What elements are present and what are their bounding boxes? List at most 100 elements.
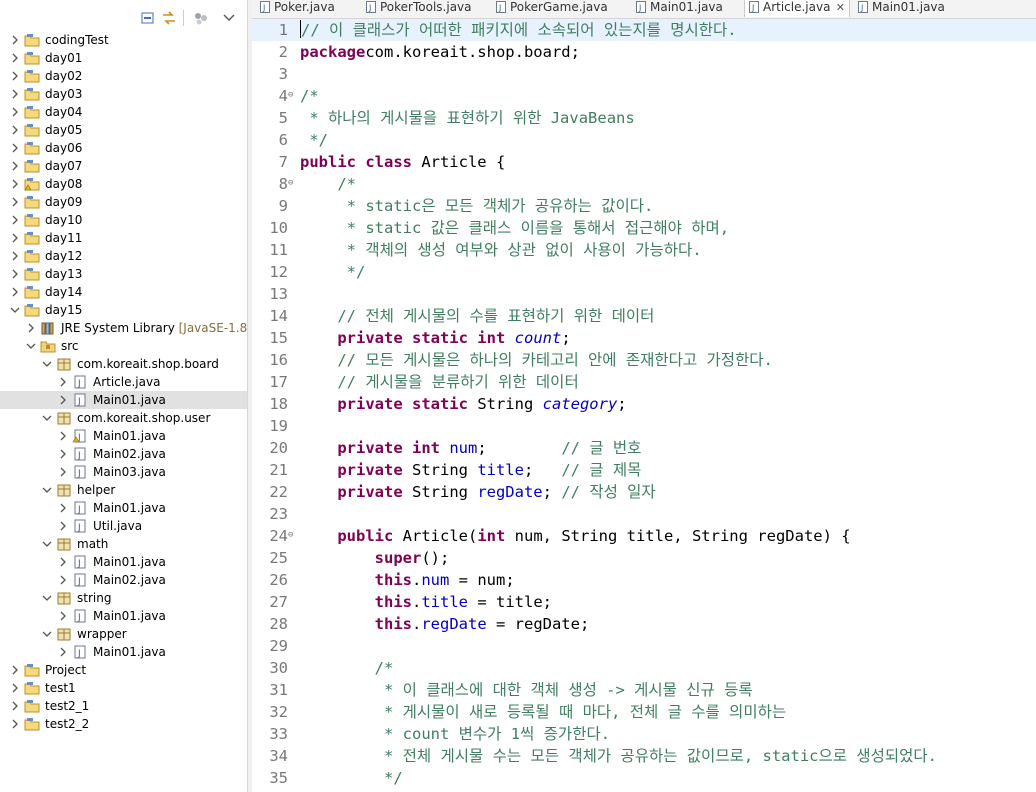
chevron-right-icon[interactable] xyxy=(58,574,68,586)
code-line[interactable]: 9 * static은 모든 객체가 공유하는 값이다. xyxy=(252,195,1036,217)
close-tab-icon[interactable]: ✕ xyxy=(836,0,845,15)
tree-item[interactable]: test1 xyxy=(0,679,247,697)
code-line[interactable]: 12 */ xyxy=(252,261,1036,283)
code-line[interactable]: 29 xyxy=(252,635,1036,657)
code-line[interactable]: 3 xyxy=(252,63,1036,85)
chevron-right-icon[interactable] xyxy=(58,430,68,442)
code-line[interactable]: 33 * count 변수가 1씩 증가한다. xyxy=(252,723,1036,745)
code-area[interactable]: 1 // 이 클래스가 어떠한 패키지에 소속되어 있는지를 명시한다. 2 pack… xyxy=(252,19,1036,792)
code-line[interactable]: 35 */ xyxy=(252,767,1036,789)
chevron-down-icon[interactable] xyxy=(42,358,52,370)
tree-item[interactable]: test2_1 xyxy=(0,697,247,715)
editor-tab[interactable]: J Poker.java xyxy=(256,0,356,17)
chevron-right-icon[interactable] xyxy=(58,394,68,406)
tree-item[interactable]: J Main02.java xyxy=(0,445,247,463)
chevron-right-icon[interactable] xyxy=(10,700,20,712)
code-line[interactable]: 5 * 하나의 게시물을 표현하기 위한 JavaBeans xyxy=(252,107,1036,129)
tree-item[interactable]: J Main01.java xyxy=(0,427,247,445)
code-line[interactable]: 10 * static 값은 클래스 이름을 통해서 접근해야 하며, xyxy=(252,217,1036,239)
code-line[interactable]: 6 */ xyxy=(252,129,1036,151)
tree-item[interactable]: com.koreait.shop.board xyxy=(0,355,247,373)
chevron-right-icon[interactable] xyxy=(58,646,68,658)
fold-toggle-icon[interactable]: ⊖ xyxy=(288,531,297,540)
chevron-right-icon[interactable] xyxy=(58,466,68,478)
chevron-down-icon[interactable] xyxy=(42,484,52,496)
tree-item[interactable]: day03 xyxy=(0,85,247,103)
chevron-right-icon[interactable] xyxy=(10,682,20,694)
chevron-right-icon[interactable] xyxy=(10,286,20,298)
chevron-right-icon[interactable] xyxy=(58,502,68,514)
tree-item[interactable]: J Main03.java xyxy=(0,463,247,481)
editor-tab[interactable]: J PokerGame.java xyxy=(492,0,626,17)
code-line[interactable]: 13 xyxy=(252,283,1036,305)
code-line[interactable]: 14 // 전체 게시물의 수를 표현하기 위한 데이터 xyxy=(252,305,1036,327)
fold-toggle-icon[interactable]: ⊖ xyxy=(288,91,297,100)
tree-item[interactable]: helper xyxy=(0,481,247,499)
code-line[interactable]: 23 xyxy=(252,503,1036,525)
code-line[interactable]: 18 private static String category; xyxy=(252,393,1036,415)
code-line[interactable]: 30 /* xyxy=(252,657,1036,679)
tree-item[interactable]: J Main01.java xyxy=(0,643,247,661)
tree-item[interactable]: J Main01.java xyxy=(0,607,247,625)
code-line[interactable]: 25 super(); xyxy=(252,547,1036,569)
chevron-right-icon[interactable] xyxy=(10,178,20,190)
tree-item[interactable]: day05 xyxy=(0,121,247,139)
tree-item[interactable]: day08 xyxy=(0,175,247,193)
chevron-right-icon[interactable] xyxy=(10,142,20,154)
collapse-all-icon[interactable] xyxy=(140,10,156,26)
tree-item[interactable]: day04 xyxy=(0,103,247,121)
java-editor[interactable]: J Poker.java J PokerTools.java J PokerGame.ja… xyxy=(252,0,1036,792)
tree-item[interactable]: J Main01.java xyxy=(0,499,247,517)
chevron-right-icon[interactable] xyxy=(58,610,68,622)
tree-item[interactable]: string xyxy=(0,589,247,607)
chevron-right-icon[interactable] xyxy=(10,268,20,280)
code-line[interactable]: 8 ⊖ /* xyxy=(252,173,1036,195)
fold-toggle-icon[interactable]: ⊖ xyxy=(288,179,297,188)
tree-item[interactable]: day12 xyxy=(0,247,247,265)
tree-item[interactable]: Project xyxy=(0,661,247,679)
chevron-right-icon[interactable] xyxy=(26,322,36,334)
tree-item[interactable]: com.koreait.shop.user xyxy=(0,409,247,427)
code-line[interactable]: 19 xyxy=(252,415,1036,437)
tree-item[interactable]: J Main02.java xyxy=(0,571,247,589)
chevron-down-icon[interactable] xyxy=(42,592,52,604)
code-line[interactable]: 24 ⊖ public Article(int num, String title… xyxy=(252,525,1036,547)
chevron-right-icon[interactable] xyxy=(58,376,68,388)
tree-item[interactable]: src xyxy=(0,337,247,355)
link-with-editor-icon[interactable] xyxy=(161,10,177,26)
chevron-right-icon[interactable] xyxy=(10,718,20,730)
tree-item[interactable]: day10 xyxy=(0,211,247,229)
chevron-down-icon[interactable] xyxy=(42,538,52,550)
code-line[interactable]: 1 // 이 클래스가 어떠한 패키지에 소속되어 있는지를 명시한다. xyxy=(252,19,1036,41)
tree-item[interactable]: day07 xyxy=(0,157,247,175)
code-line[interactable]: 28 this.regDate = regDate; xyxy=(252,613,1036,635)
chevron-right-icon[interactable] xyxy=(58,520,68,532)
chevron-right-icon[interactable] xyxy=(10,52,20,64)
tree-item[interactable]: day13 xyxy=(0,265,247,283)
code-line[interactable]: 20 private int num; // 글 번호 xyxy=(252,437,1036,459)
chevron-right-icon[interactable] xyxy=(10,124,20,136)
code-line[interactable]: 27 this.title = title; xyxy=(252,591,1036,613)
chevron-down-icon[interactable] xyxy=(10,304,20,316)
chevron-right-icon[interactable] xyxy=(10,34,20,46)
tree-item[interactable]: J Article.java xyxy=(0,373,247,391)
tree-item[interactable]: math xyxy=(0,535,247,553)
chevron-right-icon[interactable] xyxy=(58,448,68,460)
chevron-right-icon[interactable] xyxy=(10,214,20,226)
editor-tab[interactable]: J PokerTools.java xyxy=(362,0,486,17)
tree-item[interactable]: day15 xyxy=(0,301,247,319)
chevron-right-icon[interactable] xyxy=(10,232,20,244)
chevron-right-icon[interactable] xyxy=(10,664,20,676)
tree-item[interactable]: day01 xyxy=(0,49,247,67)
tree-item[interactable]: codingTest xyxy=(0,31,247,49)
tree-item[interactable]: wrapper xyxy=(0,625,247,643)
chevron-right-icon[interactable] xyxy=(10,196,20,208)
code-line[interactable]: 26 this.num = num; xyxy=(252,569,1036,591)
code-line[interactable]: 34 * 전체 게시물 수는 모든 객체가 공유하는 값이므로, static으… xyxy=(252,745,1036,767)
chevron-right-icon[interactable] xyxy=(10,88,20,100)
tree-item[interactable]: JRE System Library [JavaSE-1.8] xyxy=(0,319,247,337)
chevron-right-icon[interactable] xyxy=(10,70,20,82)
code-line[interactable]: 2 packagecom.koreait.shop.board; xyxy=(252,41,1036,63)
chevron-right-icon[interactable] xyxy=(58,556,68,568)
code-line[interactable]: 17 // 게시물을 분류하기 위한 데이터 xyxy=(252,371,1036,393)
